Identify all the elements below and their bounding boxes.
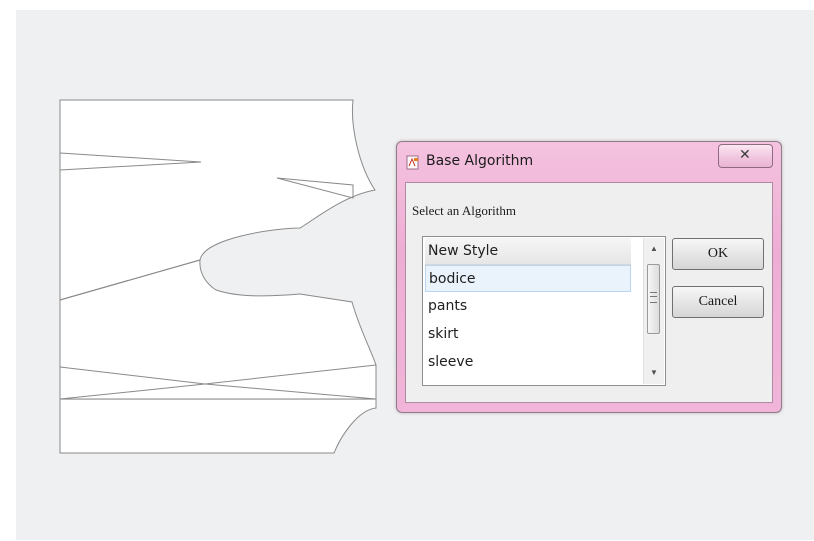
list-item-bodice[interactable]: bodice [425, 265, 631, 292]
pattern-piece-skirt [59, 259, 377, 454]
dialog-titlebar[interactable]: Base Algorithm ✕ [397, 142, 781, 182]
base-algorithm-dialog: Base Algorithm ✕ Select an Algorithm New… [396, 141, 782, 413]
scroll-thumb[interactable] [647, 264, 660, 334]
list-item-pants[interactable]: pants [425, 293, 631, 320]
list-item-skirt[interactable]: skirt [425, 321, 631, 348]
close-button[interactable]: ✕ [718, 144, 773, 168]
scroll-up-icon[interactable]: ▲ [644, 240, 664, 258]
algorithm-listbox[interactable]: New Style bodice pants skirt sleeve ▲ ▼ [422, 236, 666, 386]
close-icon: ✕ [739, 147, 751, 163]
ok-button[interactable]: OK [672, 238, 764, 270]
dialog-body: Select an Algorithm New Style bodice pan… [405, 182, 773, 403]
pattern-piece-bodice-back [59, 99, 376, 301]
list-scrollbar[interactable]: ▲ ▼ [643, 238, 664, 384]
list-item-new-style[interactable]: New Style [425, 238, 631, 265]
scroll-down-icon[interactable]: ▼ [644, 364, 664, 382]
select-algorithm-prompt: Select an Algorithm [412, 203, 516, 218]
list-item-sleeve[interactable]: sleeve [425, 349, 631, 376]
dialog-title: Base Algorithm [426, 153, 534, 169]
grip-icon [650, 292, 657, 303]
cancel-button[interactable]: Cancel [672, 286, 764, 318]
app-icon [406, 155, 419, 170]
